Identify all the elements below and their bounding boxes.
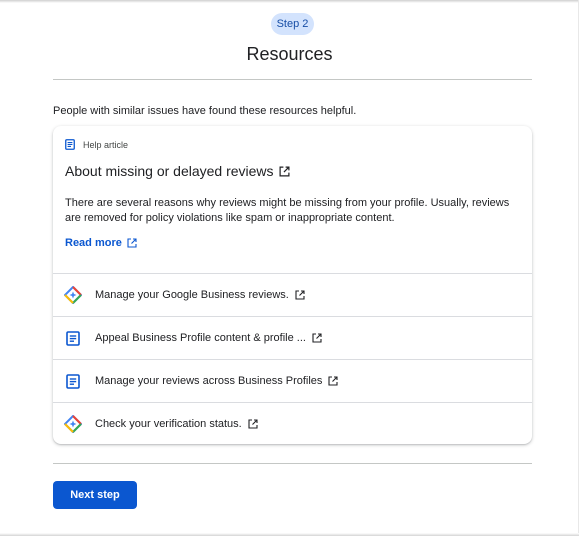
step-chip: Step 2 [271,13,314,35]
document-icon [64,329,82,347]
next-step-button[interactable]: Next step [53,481,137,509]
article-type-label: Help article [83,139,129,150]
article-doc-icon [65,139,75,150]
article-body: There are several reasons why reviews mi… [65,197,510,224]
read-more-label: Read more [65,237,122,249]
external-link-icon [248,419,258,429]
resource-item-check-verification-status[interactable]: Check your verification status. [53,402,532,444]
resource-item-label: Appeal Business Profile content & profil… [95,332,322,344]
resource-item-label: Manage your reviews across Business Prof… [95,375,338,387]
top-divider [53,79,532,80]
article-type-tag: Help article [65,139,128,150]
resource-item-appeal-business-profile[interactable]: Appeal Business Profile content & profil… [53,316,532,359]
resources-card: Help article About missing or delayed re… [53,126,532,444]
document-icon [64,372,82,390]
external-link-icon [312,333,322,343]
google-business-diamond-icon [64,415,82,433]
external-link-icon [295,290,305,300]
external-link-icon [279,165,290,177]
help-article: Help article About missing or delayed re… [53,126,532,273]
external-link-icon [127,238,137,248]
top-shadow [0,0,579,3]
article-title-link[interactable]: About missing or delayed reviews [65,163,290,179]
read-more-link[interactable]: Read more [65,237,137,249]
resource-item-label: Check your verification status. [95,418,258,430]
resource-item-manage-business-reviews[interactable]: Manage your Google Business reviews. [53,273,532,316]
bottom-divider [53,463,532,464]
google-business-diamond-icon [64,286,82,304]
intro-text: People with similar issues have found th… [53,105,357,117]
resource-item-manage-reviews-across-profiles[interactable]: Manage your reviews across Business Prof… [53,359,532,402]
article-title: About missing or delayed reviews [65,163,274,179]
external-link-icon [328,376,338,386]
resource-item-label: Manage your Google Business reviews. [95,289,305,301]
page-title: Resources [246,44,333,64]
